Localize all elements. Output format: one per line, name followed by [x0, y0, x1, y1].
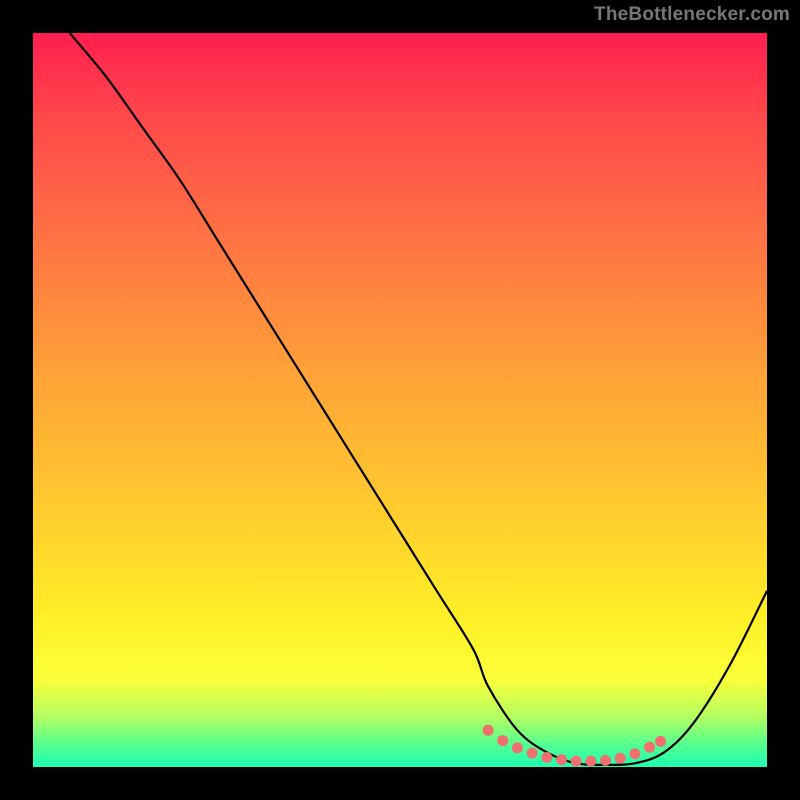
optimal-dot [600, 755, 611, 766]
optimal-dot [556, 754, 567, 765]
bottleneck-curve [70, 33, 767, 765]
chart-svg [33, 33, 767, 767]
optimal-dot [655, 736, 666, 747]
optimal-dot [585, 756, 596, 767]
optimal-dot [629, 748, 640, 759]
attribution-text: TheBottlenecker.com [594, 4, 790, 26]
optimal-dot [644, 742, 655, 753]
optimal-range-dots [483, 725, 666, 767]
optimal-dot [512, 742, 523, 753]
optimal-dot [615, 753, 626, 764]
chart-plot-area [33, 33, 767, 767]
optimal-dot [497, 735, 508, 746]
optimal-dot [527, 748, 538, 759]
optimal-dot [541, 752, 552, 763]
optimal-dot [483, 725, 494, 736]
optimal-dot [571, 756, 582, 767]
